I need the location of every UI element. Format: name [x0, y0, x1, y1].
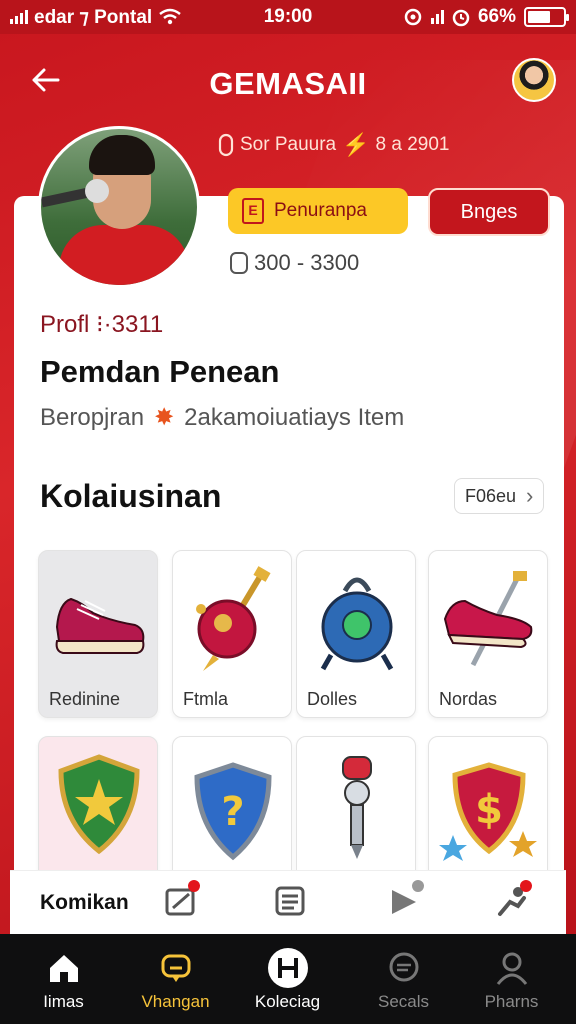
- cell-signal-icon: [430, 10, 444, 24]
- subline-right: 2akamoiuatiays Item: [184, 403, 405, 431]
- collection-item-bag[interactable]: Dolles: [296, 550, 416, 718]
- svg-text:$: $: [475, 787, 503, 833]
- photo-hair: [89, 135, 155, 175]
- sparkle-icon: ✸: [154, 404, 175, 431]
- battery-percent: 66%: [477, 6, 516, 27]
- signal-icon: [10, 10, 28, 24]
- page-title: GEMASAII: [209, 66, 367, 101]
- question-shield-icon: ?: [194, 762, 272, 861]
- photo-shirt: [59, 225, 189, 285]
- torch-icon: [342, 756, 372, 859]
- see-more-label: F06eu: [465, 485, 517, 506]
- badges-button-label: Bnges: [460, 200, 518, 223]
- points-range-value: 300 - 3300: [254, 250, 360, 275]
- points-range: 300 - 3300: [230, 250, 359, 276]
- profile-id: Profl ⁝·3311: [40, 311, 164, 338]
- status-right: 66%: [403, 6, 569, 28]
- carrier-label: edar ⁊ Pontal: [34, 6, 153, 28]
- status-bar: edar ⁊ Pontal 19:00 66%: [0, 0, 576, 34]
- badges-button[interactable]: Bnges: [428, 188, 550, 236]
- nav-label: Pharns: [484, 992, 539, 1011]
- promo-text: Sor Pauura: [240, 134, 337, 155]
- promo-line: Sor Pauura ⚡ 8 a 2901: [218, 132, 450, 158]
- person-icon: [496, 952, 527, 985]
- photo-mic-head: [85, 179, 109, 203]
- chat-bubble-icon: [161, 954, 190, 982]
- nav-label: Iimas: [43, 992, 84, 1011]
- sneaker-icon: [55, 597, 145, 654]
- battery-icon: [524, 7, 569, 27]
- location-icon: [404, 8, 422, 26]
- nav-item-challenges[interactable]: Vhangan: [118, 934, 233, 1024]
- nav-label: Vhangan: [141, 992, 210, 1011]
- wifi-icon: [159, 8, 181, 25]
- list-icon[interactable]: [272, 884, 308, 920]
- coin-icon: [230, 252, 248, 274]
- profile-name: Pemdan Penean: [40, 354, 280, 389]
- collection-item-label: Nordas: [439, 689, 498, 709]
- dollar-shield-icon: $: [439, 762, 537, 861]
- orb-sword-icon: [196, 566, 271, 671]
- collection-item-orb-sword[interactable]: Ftmla: [172, 550, 292, 718]
- status-dot: [412, 880, 424, 892]
- collection-item-sneaker[interactable]: Redinine: [38, 550, 158, 718]
- collection-item-shoe-sword[interactable]: Nordas: [428, 550, 548, 718]
- promo-value: 8 a 2901: [375, 134, 450, 155]
- gem-bag-icon: [320, 577, 394, 671]
- message-icon: [389, 952, 418, 982]
- collection-icon: [267, 948, 308, 988]
- nav-item-home[interactable]: Iimas: [6, 934, 121, 1024]
- star-shield-icon: [58, 754, 140, 855]
- collection-item-label: Ftmla: [183, 689, 228, 709]
- nav-item-collection[interactable]: Koleciag: [230, 934, 345, 1024]
- see-more-button[interactable]: F06eu ›: [454, 478, 545, 514]
- nav-label: Koleciag: [254, 992, 321, 1011]
- nav-item-socials[interactable]: Secals: [346, 934, 461, 1024]
- collection-item-label: Dolles: [307, 689, 358, 709]
- coin-icon: [218, 133, 234, 157]
- notification-dot: [188, 880, 200, 892]
- profile-photo[interactable]: [38, 126, 200, 288]
- nav-label: Secals: [377, 992, 430, 1011]
- subline-left: Beropjran: [40, 403, 145, 431]
- primary-action-button[interactable]: E Penuranpa: [228, 188, 408, 234]
- collection-item-label: Redinine: [49, 689, 121, 709]
- bottom-nav: Iimas Vhangan Koleciag Secals Pharns: [0, 934, 576, 1024]
- primary-action-label: Penuranpa: [274, 200, 367, 221]
- action-strip-label[interactable]: Komikan: [40, 891, 129, 915]
- profile-subline: Beropjran ✸ 2akamoiuatiays Item: [40, 403, 404, 432]
- ticket-icon: E: [242, 198, 264, 224]
- svg-text:?: ?: [221, 789, 244, 835]
- nav-item-profile[interactable]: Pharns: [454, 934, 569, 1024]
- user-avatar[interactable]: [512, 58, 556, 102]
- notification-dot: [520, 880, 532, 892]
- app-screen: edar ⁊ Pontal 19:00 66% GEMASAII Sor Pau…: [0, 0, 576, 1024]
- alarm-icon: [452, 9, 470, 27]
- chevron-right-icon: ›: [526, 483, 534, 508]
- bolt-icon: ⚡: [342, 132, 370, 157]
- carrier-info: edar ⁊ Pontal: [10, 6, 182, 29]
- collection-title: Kolaiusinan: [40, 478, 222, 514]
- shoe-sword-icon: [443, 571, 533, 667]
- home-icon: [49, 955, 78, 982]
